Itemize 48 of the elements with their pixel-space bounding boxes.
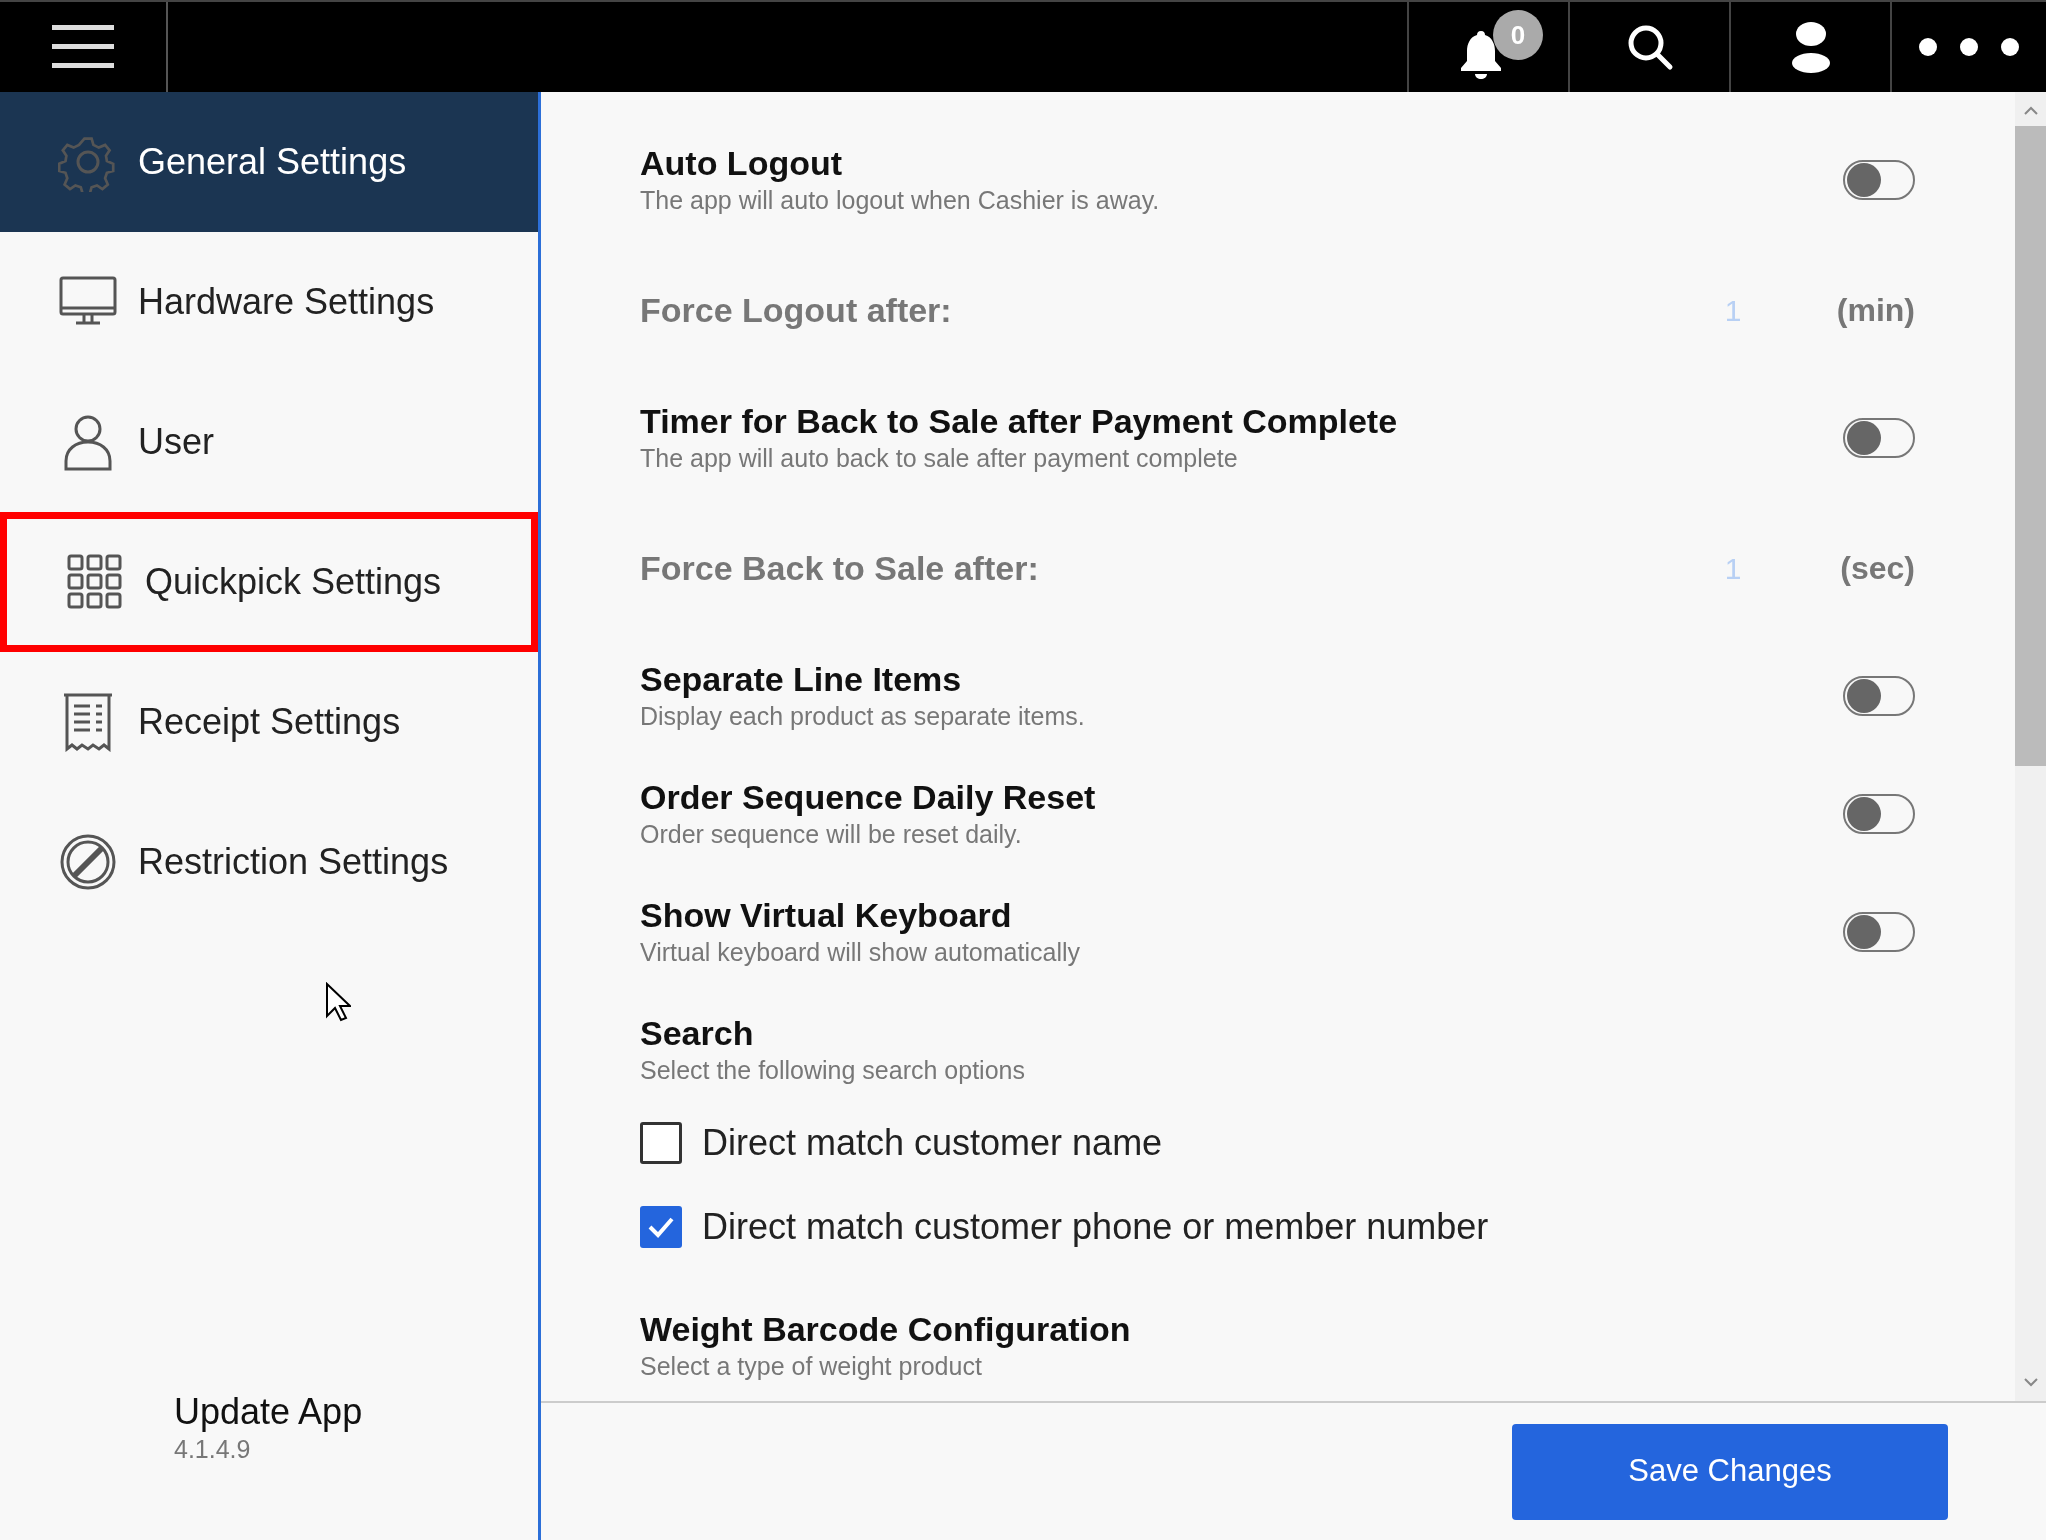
sidebar-item[interactable]: Restriction Settings — [0, 792, 538, 932]
checkbox-label: Direct match customer phone or member number — [702, 1205, 1489, 1249]
toggle-switch[interactable] — [1843, 160, 1915, 200]
unit-label: (sec) — [1839, 549, 1915, 588]
setting-title: Timer for Back to Sale after Payment Complete — [640, 401, 1398, 441]
setting-title: Separate Line Items — [640, 659, 963, 699]
setting-description: Display each product as separate items. — [640, 701, 1085, 732]
setting-label: Force Logout after: — [640, 289, 953, 331]
prohibited-icon — [58, 832, 118, 892]
toggle-switch[interactable] — [1843, 912, 1915, 952]
setting-description: The app will auto back to sale after payment complete — [640, 443, 1239, 474]
sidebar-item[interactable]: Hardware Settings — [0, 232, 538, 372]
setting-title: Show Virtual Keyboard — [640, 895, 1013, 935]
toggle-switch[interactable] — [1843, 418, 1915, 458]
scrollbar[interactable] — [2015, 92, 2046, 1401]
setting-description: Virtual keyboard will show automatically — [640, 937, 1080, 968]
setting-title: Search — [640, 1013, 755, 1053]
notification-count-badge: 0 — [1493, 10, 1543, 60]
setting-title: Order Sequence Daily Reset — [640, 777, 1096, 817]
sidebar-item[interactable]: General Settings — [0, 92, 538, 232]
user-icon — [1791, 21, 1830, 73]
setting-description: Order sequence will be reset daily. — [640, 819, 1023, 850]
setting-description: The app will auto logout when Cashier is away. — [640, 185, 1160, 216]
toggle-switch[interactable] — [1843, 676, 1915, 716]
more-icon — [1919, 37, 2019, 57]
checkbox-label: Direct match customer name — [702, 1121, 1163, 1165]
setting-description: Select a type of weight product — [640, 1351, 983, 1382]
app-version: 4.1.4.9 — [174, 1434, 252, 1464]
toggle-switch[interactable] — [1843, 794, 1915, 834]
save-changes-button[interactable]: Save Changes — [1512, 1423, 1948, 1520]
sidebar-item[interactable]: Receipt Settings — [0, 652, 538, 792]
update-app-link[interactable]: Update App — [174, 1390, 538, 1434]
sidebar-item[interactable]: User — [0, 372, 538, 512]
grid-icon — [65, 552, 125, 612]
setting-title: Auto Logout — [640, 143, 844, 183]
bell-icon — [1458, 29, 1503, 79]
setting-label: Force Back to Sale after: — [640, 547, 1040, 589]
setting-title: Weight Barcode Configuration — [640, 1309, 1131, 1349]
scroll-up-icon[interactable] — [2023, 106, 2038, 116]
sidebar-item[interactable]: Quickpick Settings — [0, 512, 538, 652]
scrollbar-thumb[interactable] — [2015, 126, 2046, 766]
checkbox[interactable] — [640, 1122, 682, 1164]
setting-description: Select the following search options — [640, 1055, 1025, 1086]
checkbox[interactable] — [640, 1206, 682, 1248]
menu-icon — [52, 23, 114, 71]
scroll-down-icon[interactable] — [2023, 1377, 2038, 1387]
unit-label: (min) — [1835, 291, 1915, 330]
mouse-cursor-icon — [325, 982, 351, 1022]
